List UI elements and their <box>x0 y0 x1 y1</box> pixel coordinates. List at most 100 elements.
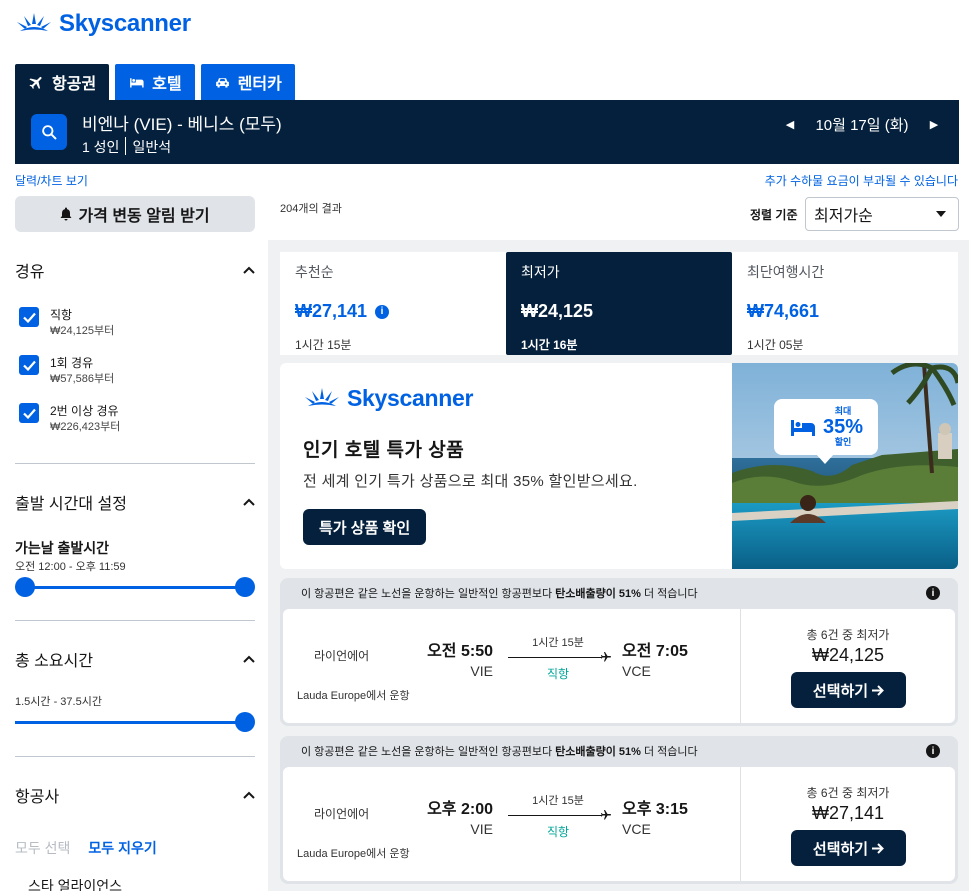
ad-logo: Skyscanner <box>303 385 473 412</box>
prev-date-icon[interactable]: ◀ <box>779 118 801 131</box>
chevron-up-icon[interactable] <box>243 655 255 663</box>
airlines-filter-header[interactable]: 항공사 <box>15 783 255 807</box>
select-label: 선택하기 <box>812 682 869 700</box>
flight-line <box>508 815 602 816</box>
check-icon <box>22 312 36 323</box>
tab-flights[interactable]: 항공권 <box>15 64 110 100</box>
sort-select[interactable]: 최저가순 <box>805 197 959 231</box>
sort-tab-name: 추천순 <box>295 264 334 280</box>
price-alert-button[interactable]: 가격 변동 알림 받기 <box>15 196 255 232</box>
badge-bottom: 할인 <box>834 437 852 447</box>
flight-result-card[interactable]: 이 항공편은 같은 노선을 운항하는 일반적인 항공편보다 탄소배출량이 51%… <box>280 578 958 726</box>
selected-date[interactable]: 10월 17일 (화) <box>801 114 923 135</box>
calendar-chart-link[interactable]: 달력/차트 보기 <box>15 172 88 189</box>
departure-slider-track[interactable] <box>25 586 245 589</box>
logo-text: Skyscanner <box>59 10 191 37</box>
sort-tab-price: ₩24,125 <box>521 301 594 321</box>
bed-icon <box>790 420 815 436</box>
eco-emphasis: 탄소배출량이 51% <box>555 588 641 600</box>
sort-tab-price-row: ₩27,141 i <box>295 301 491 322</box>
passenger-count: 1 성인 <box>82 139 120 155</box>
plane-icon <box>601 652 611 662</box>
chevron-up-icon[interactable] <box>243 498 255 506</box>
duration-filter-header[interactable]: 총 소요시간 <box>15 647 255 671</box>
checkbox-checked[interactable] <box>19 355 39 375</box>
departure-slider-max-handle[interactable] <box>235 577 255 597</box>
check-icon <box>22 408 36 419</box>
stops-option-two-plus[interactable]: 2번 이상 경유 ₩226,423부터 <box>19 402 120 434</box>
eco-note: 이 항공편은 같은 노선을 운항하는 일반적인 항공편보다 탄소배출량이 51%… <box>301 743 698 759</box>
flight-card-body[interactable]: 라이언에어 Lauda Europe에서 운항 오전 5:50 VIE 1시간 … <box>283 609 955 723</box>
sort-tab-price: ₩27,141 <box>295 301 368 321</box>
option-price: ₩226,423부터 <box>50 421 121 433</box>
next-date-icon[interactable]: ▶ <box>923 118 945 131</box>
airline-group-star-alliance[interactable]: 스타 얼라이언스 <box>28 876 122 891</box>
clear-all-link[interactable]: 모두 지우기 <box>88 838 156 858</box>
sort-tab-duration: 1시간 05분 <box>747 338 804 352</box>
sunrise-logo-icon <box>17 13 51 31</box>
airline-bulk-actions: 모두 선택 모두 지우기 <box>15 838 157 858</box>
sort-tab-name: 최단여행시간 <box>747 264 825 280</box>
tab-hotels[interactable]: 호텔 <box>115 64 195 100</box>
divider <box>15 620 255 621</box>
airline-name: 라이언에어 <box>314 807 370 821</box>
results-count: 204개의 결과 <box>280 203 342 215</box>
eco-prefix: 이 항공편은 같은 노선을 운항하는 일반적인 항공편보다 <box>301 588 556 600</box>
cabin-class: 일반석 <box>132 139 172 155</box>
departure-slider-min-handle[interactable] <box>15 577 35 597</box>
skyscanner-logo[interactable]: Skyscanner <box>15 10 191 38</box>
info-icon[interactable]: i <box>926 744 940 758</box>
departure-filter-header[interactable]: 출발 시간대 설정 <box>15 490 255 514</box>
select-flight-button[interactable]: 선택하기 <box>791 672 906 708</box>
ad-logo-text: Skyscanner <box>347 385 474 411</box>
product-tabs: 항공권 호텔 렌터카 <box>15 64 295 100</box>
search-button[interactable] <box>31 114 67 150</box>
sort-tab-fastest[interactable]: 최단여행시간 ₩74,661 1시간 05분 <box>732 252 958 355</box>
tab-car-hire[interactable]: 렌터카 <box>200 64 295 100</box>
chevron-up-icon[interactable] <box>243 266 255 274</box>
duration-slider-handle[interactable] <box>235 712 255 732</box>
eco-suffix: 더 적습니다 <box>640 588 698 600</box>
baggage-fees-link[interactable]: 추가 수하물 요금이 부과될 수 있습니다 <box>765 172 958 189</box>
pool-photo: 최대 35% 할인 <box>732 363 958 569</box>
arrival-airport: VCE <box>622 821 651 837</box>
sort-value: 최저가순 <box>814 208 873 225</box>
sunrise-logo-icon <box>305 387 339 406</box>
search-summary-bar[interactable]: 비엔나 (VIE) - 베니스 (모두) 1 성인 일반석 ◀ 10월 17일 … <box>15 100 959 164</box>
sort-tab-price: ₩74,661 <box>747 301 820 321</box>
info-icon[interactable]: i <box>926 586 940 600</box>
plane-icon <box>29 76 42 89</box>
departure-time: 오전 5:50 <box>427 643 493 660</box>
date-navigator: ◀ 10월 17일 (화) ▶ <box>779 114 945 135</box>
hotel-deals-ad[interactable]: Skyscanner 인기 호텔 특가 상품 전 세계 인기 특가 상품으로 최… <box>280 363 958 569</box>
chevron-up-icon[interactable] <box>243 791 255 799</box>
sort-tabs: 추천순 ₩27,141 i 1시간 15분 최저가 ₩24,125 1시간 16… <box>280 252 958 355</box>
ad-cta-button[interactable]: 특가 상품 확인 <box>303 509 427 545</box>
eco-note: 이 항공편은 같은 노선을 운항하는 일반적인 항공편보다 탄소배출량이 51%… <box>301 585 698 601</box>
search-icon <box>41 124 56 139</box>
stops-filter-title: 경유 <box>15 264 45 281</box>
deal-label: 총 6건 중 최저가 <box>806 628 890 642</box>
divider <box>15 756 255 757</box>
badge-top: 최대 <box>834 406 852 416</box>
flight-result-card[interactable]: 이 항공편은 같은 노선을 운항하는 일반적인 항공편보다 탄소배출량이 51%… <box>280 736 958 884</box>
info-icon[interactable]: i <box>375 304 390 319</box>
sort-tab-cheapest[interactable]: 최저가 ₩24,125 1시간 16분 <box>506 252 732 355</box>
select-flight-button[interactable]: 선택하기 <box>791 830 906 866</box>
select-all-link[interactable]: 모두 선택 <box>15 838 70 858</box>
stops-filter-header[interactable]: 경유 <box>15 258 255 282</box>
divider <box>15 463 255 464</box>
badge-value: 35% <box>822 416 864 438</box>
stops-option-one-stop[interactable]: 1회 경유 ₩57,586부터 <box>19 354 114 386</box>
arrow-right-icon <box>872 842 885 854</box>
duration-filter-title: 총 소요시간 <box>15 653 94 670</box>
arrival-time: 오전 7:05 <box>622 643 688 660</box>
duration-slider-track[interactable] <box>15 721 245 724</box>
sort-tab-best[interactable]: 추천순 ₩27,141 i 1시간 15분 <box>280 252 506 355</box>
operated-by: Lauda Europe에서 운항 <box>297 690 410 702</box>
stops-option-direct[interactable]: 직항 ₩24,125부터 <box>19 306 114 338</box>
flight-card-body[interactable]: 라이언에어 Lauda Europe에서 운항 오후 2:00 VIE 1시간 … <box>283 767 955 881</box>
discount-badge: 최대 35% 할인 <box>774 399 878 464</box>
checkbox-checked[interactable] <box>19 403 39 423</box>
checkbox-checked[interactable] <box>19 307 39 327</box>
